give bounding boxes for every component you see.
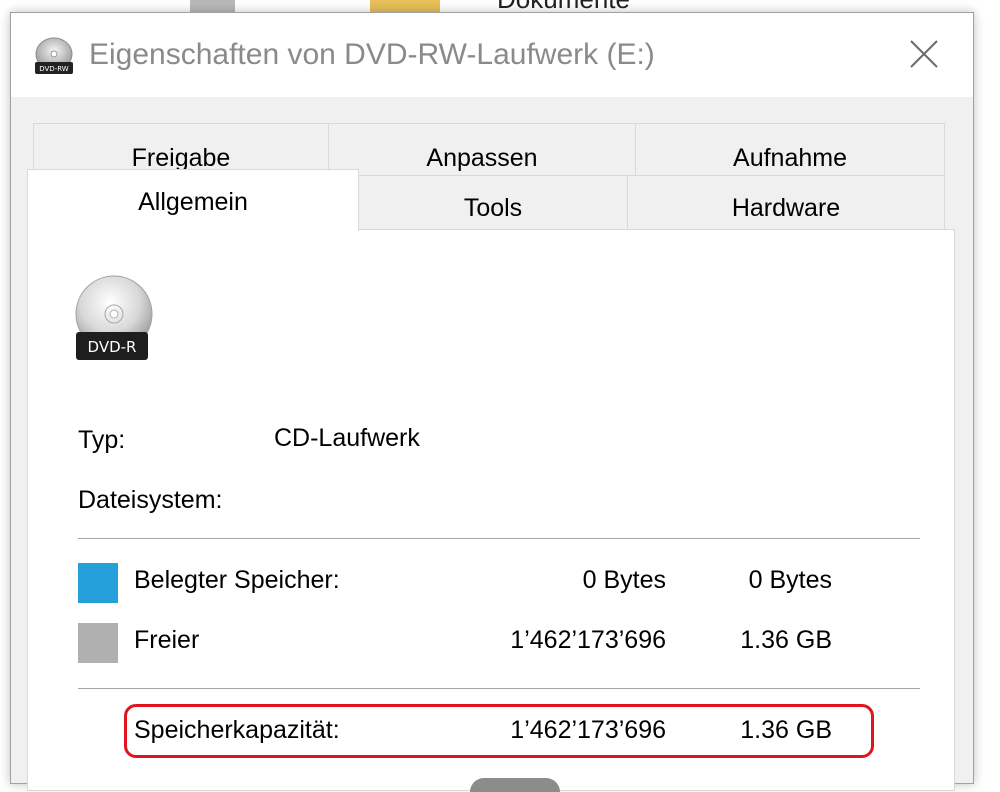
dvd-r-disc-icon: DVD-R (75, 275, 153, 360)
divider (78, 538, 920, 539)
general-tab-panel: DVD-R Typ: CD-Laufwerk Dateisystem: Bele… (27, 229, 955, 792)
drive-icon-label: DVD-R (88, 338, 137, 356)
used-space-label: Belegter Speicher: (134, 566, 340, 594)
background-folder-label: Dokumente (497, 0, 630, 12)
dvd-drive-icon: DVD-RW (35, 37, 73, 74)
tab-label: Hardware (731, 194, 841, 222)
used-space-swatch (78, 563, 118, 603)
used-space-bytes: 0 Bytes (582, 566, 666, 594)
title-icon-label: DVD-RW (39, 65, 69, 73)
tab-label: Allgemein (138, 188, 248, 216)
used-space-human: 0 Bytes (748, 566, 832, 594)
free-space-swatch (78, 623, 118, 663)
free-space-label: Freier (134, 626, 200, 654)
tab-label: Aufnahme (733, 144, 847, 172)
capacity-highlight-annotation (124, 704, 874, 758)
window-title: Eigenschaften von DVD-RW-Laufwerk (E:) (89, 38, 655, 71)
tab-label: Anpassen (426, 144, 538, 172)
close-icon (910, 40, 938, 68)
divider (78, 688, 920, 689)
title-bar[interactable]: DVD-RW Eigenschaften von DVD-RW-Laufwerk… (11, 13, 973, 97)
close-button[interactable] (895, 31, 953, 77)
background-item-icon (190, 0, 235, 12)
tab-tools[interactable]: Tools (358, 175, 628, 233)
properties-dialog: DVD-RW Eigenschaften von DVD-RW-Laufwerk… (10, 12, 974, 792)
free-space-bytes: 1’462’173’696 (510, 626, 666, 654)
filesystem-label: Dateisystem: (78, 486, 223, 514)
disc-pie-chart-top (470, 778, 560, 792)
folder-icon (370, 0, 440, 12)
type-label: Typ: (78, 426, 126, 454)
tab-label: Tools (463, 194, 523, 222)
tab-allgemein[interactable]: Allgemein (27, 169, 359, 231)
type-value: CD-Laufwerk (274, 424, 420, 452)
free-space-human: 1.36 GB (740, 626, 832, 654)
tab-hardware[interactable]: Hardware (627, 175, 945, 233)
